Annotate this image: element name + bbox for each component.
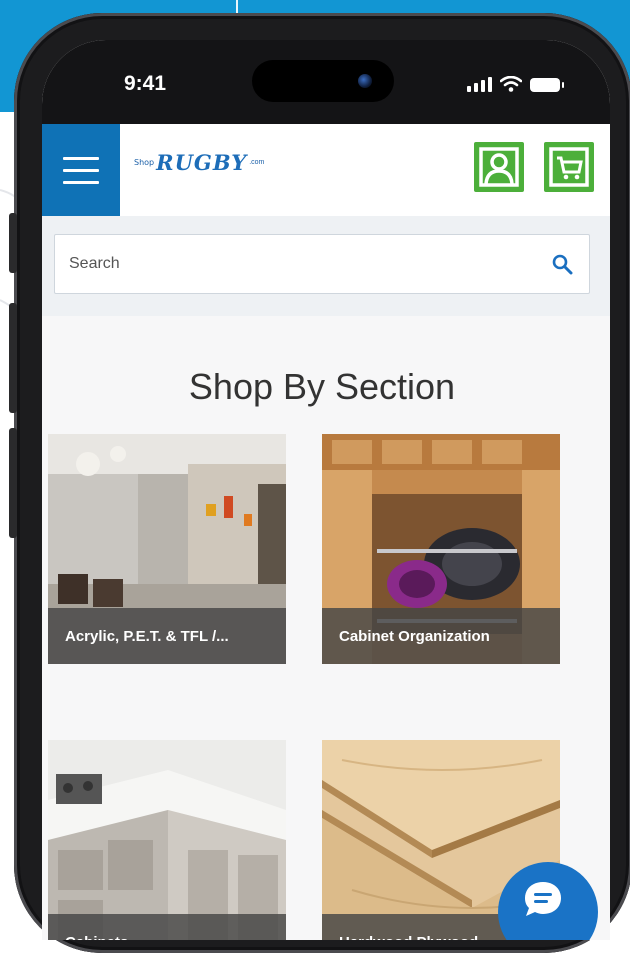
- category-label: Cabinets: [48, 914, 286, 940]
- camera-icon: [358, 74, 372, 88]
- menu-button[interactable]: [42, 124, 120, 216]
- battery-icon: [530, 78, 564, 92]
- phone-screen: 9:41 Shop RUGBY .com Search Shop By Sect…: [42, 40, 610, 940]
- status-bar: 9:41: [42, 40, 610, 124]
- cart-button[interactable]: [544, 142, 594, 192]
- section-title: Shop By Section: [188, 366, 456, 407]
- phone-side-button: [9, 213, 17, 273]
- user-account-icon: [479, 147, 519, 187]
- category-tile-cabinet-organization[interactable]: Cabinet Organization: [322, 434, 560, 664]
- category-tile-acrylic[interactable]: Acrylic, P.E.T. & TFL /...: [48, 434, 286, 664]
- logo-brand: RUGBY: [156, 150, 248, 175]
- shopping-cart-icon: [549, 147, 589, 187]
- app-header: Shop RUGBY .com: [42, 124, 610, 216]
- search-icon[interactable]: [551, 253, 573, 275]
- category-tile-cabinets[interactable]: Cabinets: [48, 740, 286, 940]
- dynamic-island: [252, 60, 394, 102]
- account-button[interactable]: [474, 142, 524, 192]
- wifi-icon: [500, 76, 522, 92]
- site-logo[interactable]: Shop RUGBY .com: [134, 150, 264, 175]
- chat-bubble-icon: [525, 882, 561, 916]
- search-input[interactable]: [67, 254, 511, 274]
- status-icons: [467, 76, 564, 92]
- search-bar: [54, 234, 590, 294]
- category-image-cabinets: [48, 740, 286, 940]
- phone-volume-down-button: [9, 428, 17, 538]
- category-label: Cabinet Organization: [322, 608, 560, 664]
- hamburger-menu-icon-line: [63, 180, 99, 184]
- logo-prefix: Shop: [134, 158, 155, 167]
- status-time: 9:41: [124, 72, 167, 95]
- main-content: Shop By Section Acrylic, P.E.T. & TFL /.…: [42, 316, 610, 940]
- search-section: [42, 216, 610, 316]
- cellular-signal-icon: [467, 77, 492, 92]
- hamburger-menu-icon: [63, 156, 99, 160]
- logo-suffix: .com: [249, 159, 265, 166]
- hamburger-menu-icon-line: [63, 168, 99, 172]
- category-label: Acrylic, P.E.T. & TFL /...: [48, 608, 286, 664]
- phone-volume-up-button: [9, 303, 17, 413]
